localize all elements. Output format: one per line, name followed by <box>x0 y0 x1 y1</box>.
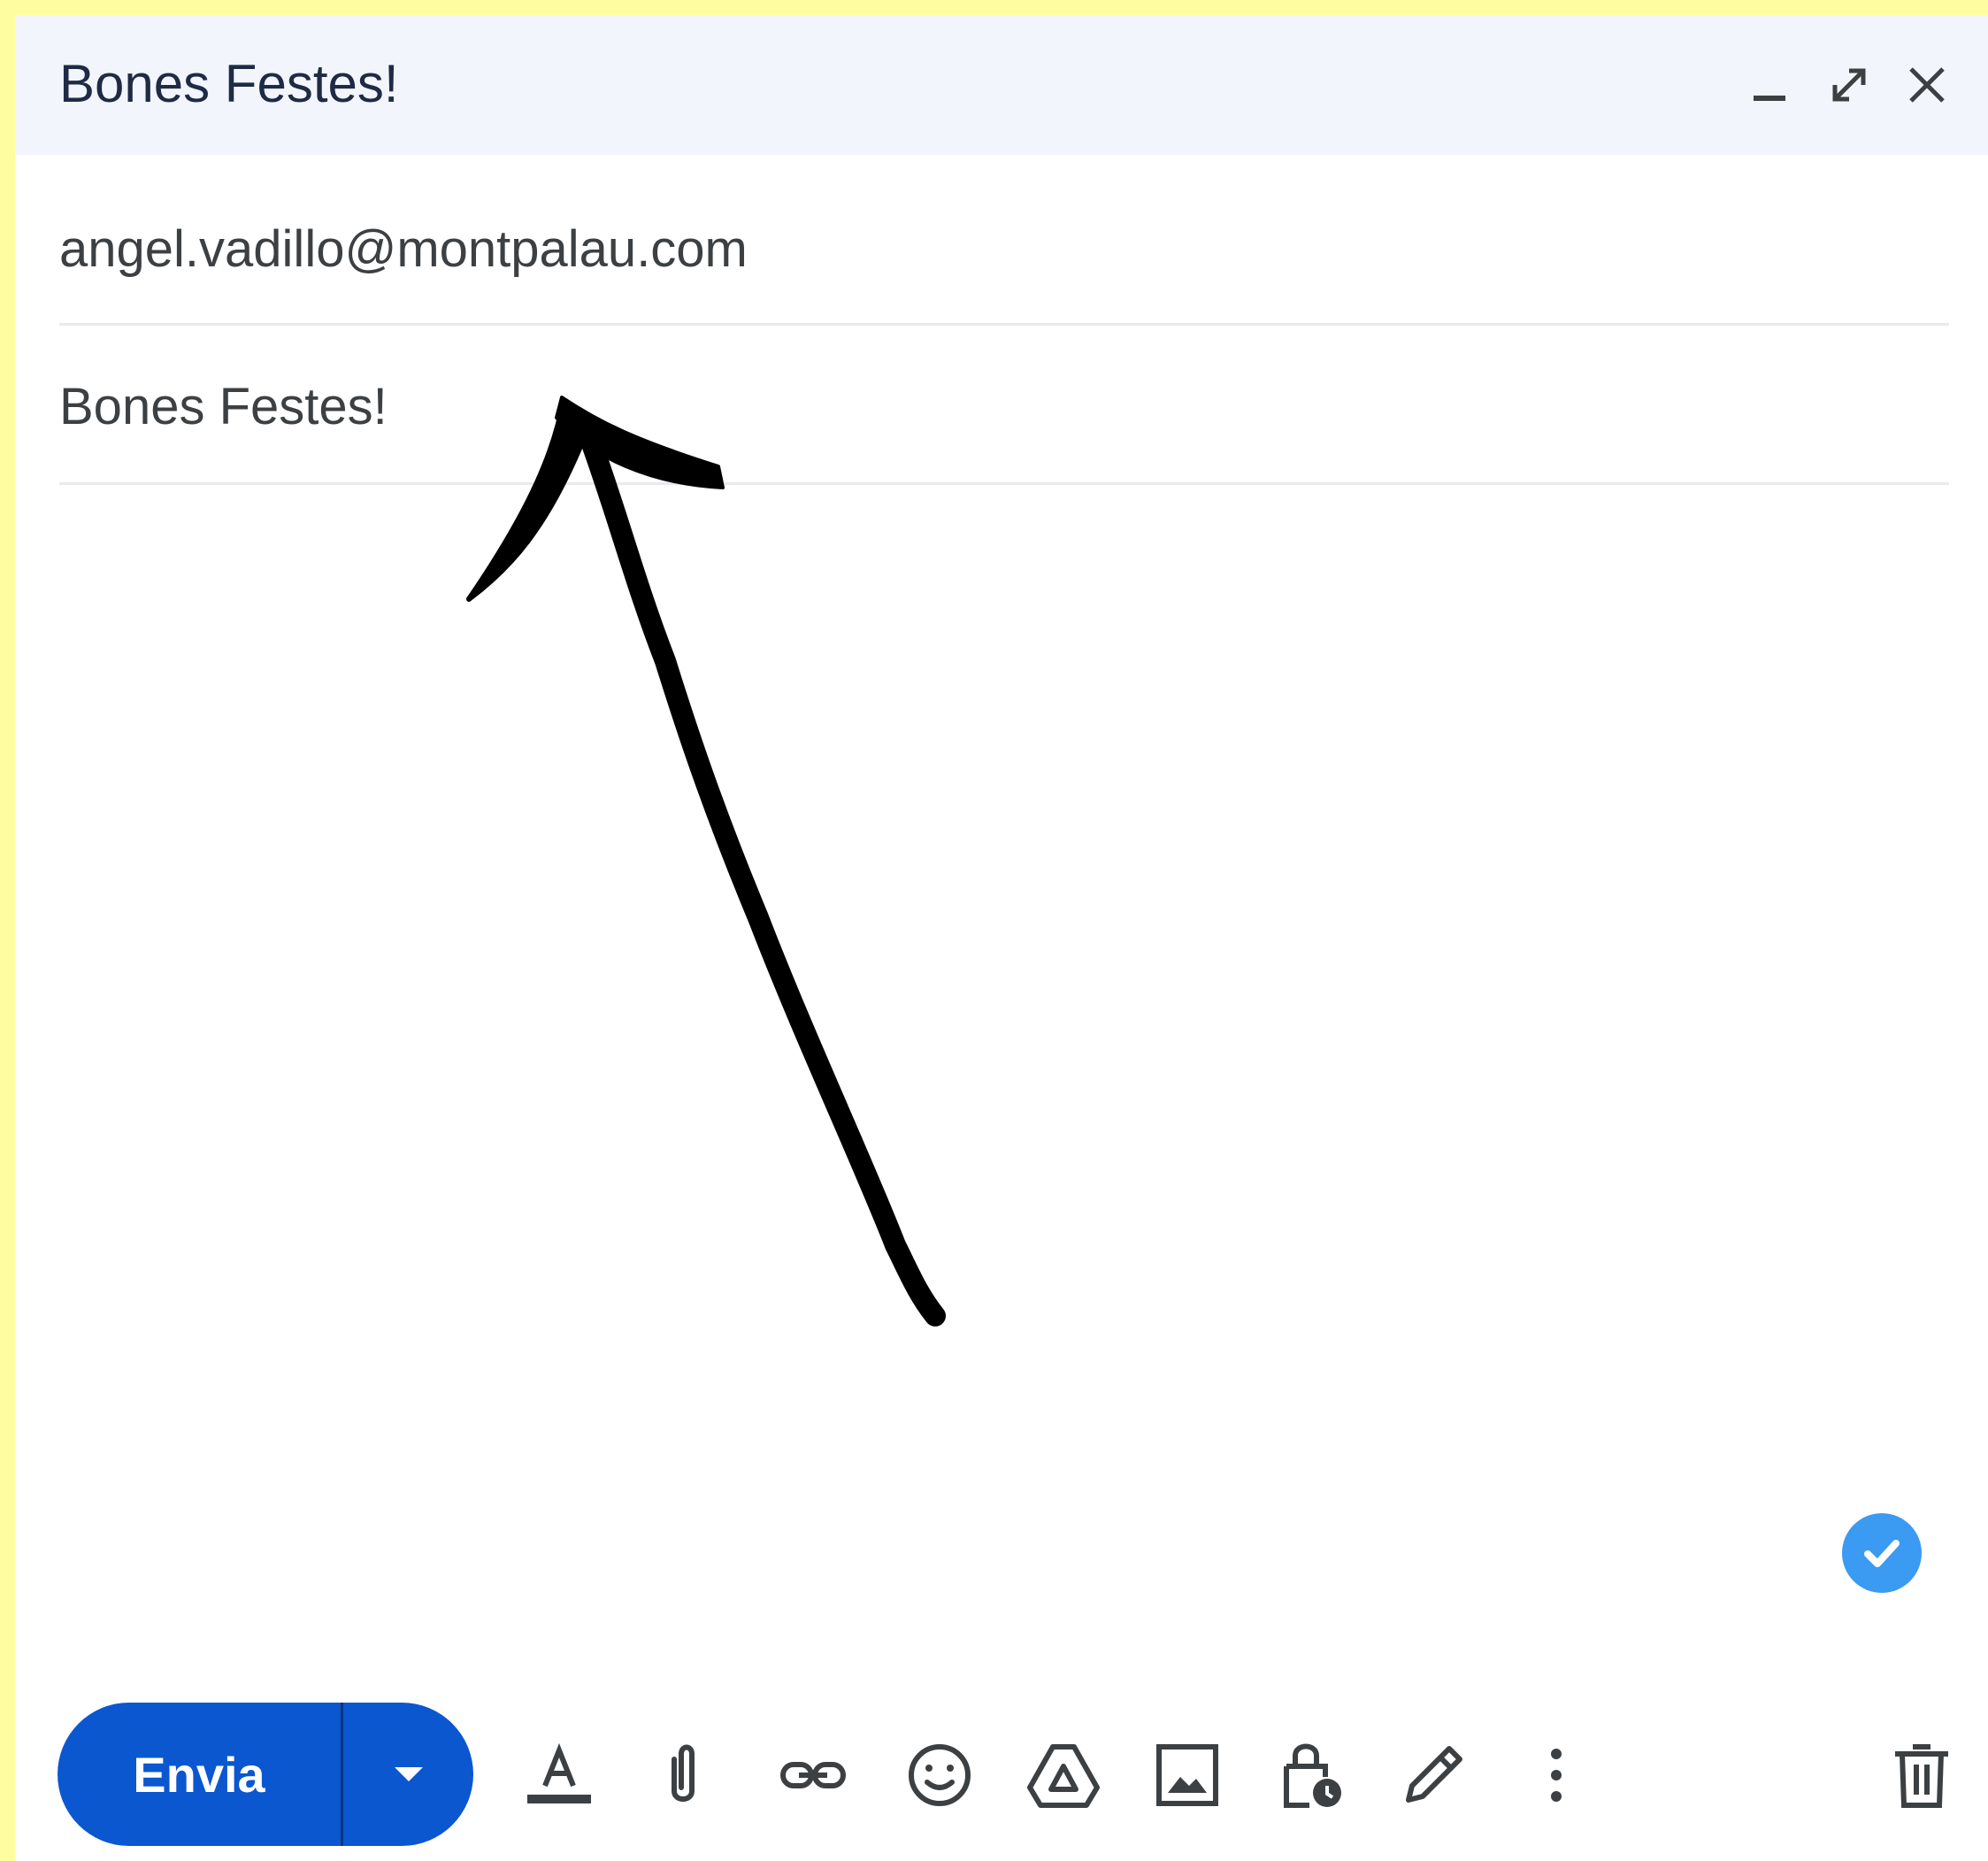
send-options-button[interactable] <box>343 1703 473 1846</box>
link-icon[interactable] <box>773 1735 853 1815</box>
drive-icon[interactable] <box>1024 1735 1103 1815</box>
more-options-icon[interactable] <box>1516 1735 1596 1815</box>
format-text-icon[interactable] <box>519 1735 599 1815</box>
send-button-group: Envia <box>58 1703 473 1846</box>
minimize-icon[interactable] <box>1738 53 1801 117</box>
chevron-down-icon <box>394 1767 423 1781</box>
compose-header[interactable]: Bones Festes! <box>15 15 1988 155</box>
subject-field[interactable]: Bones Festes! <box>59 372 388 442</box>
recipients-field[interactable]: angel.vadillo@montpalau.com <box>59 214 748 285</box>
compose-window: Bones Festes! angel.vadillo@montpalau.co… <box>15 15 1988 1861</box>
check-icon[interactable] <box>1842 1513 1922 1593</box>
confidential-mode-icon[interactable] <box>1271 1735 1351 1815</box>
expand-icon[interactable] <box>1817 53 1881 117</box>
signature-icon[interactable] <box>1393 1735 1473 1815</box>
recipients-divider <box>59 323 1949 326</box>
send-button[interactable]: Envia <box>58 1703 341 1846</box>
compose-title: Bones Festes! <box>59 54 399 113</box>
trash-icon[interactable] <box>1882 1735 1961 1815</box>
image-icon[interactable] <box>1148 1735 1227 1815</box>
message-body[interactable] <box>59 475 1949 1626</box>
attach-icon[interactable] <box>645 1735 725 1815</box>
close-icon[interactable] <box>1895 53 1959 117</box>
emoji-icon[interactable] <box>900 1735 979 1815</box>
